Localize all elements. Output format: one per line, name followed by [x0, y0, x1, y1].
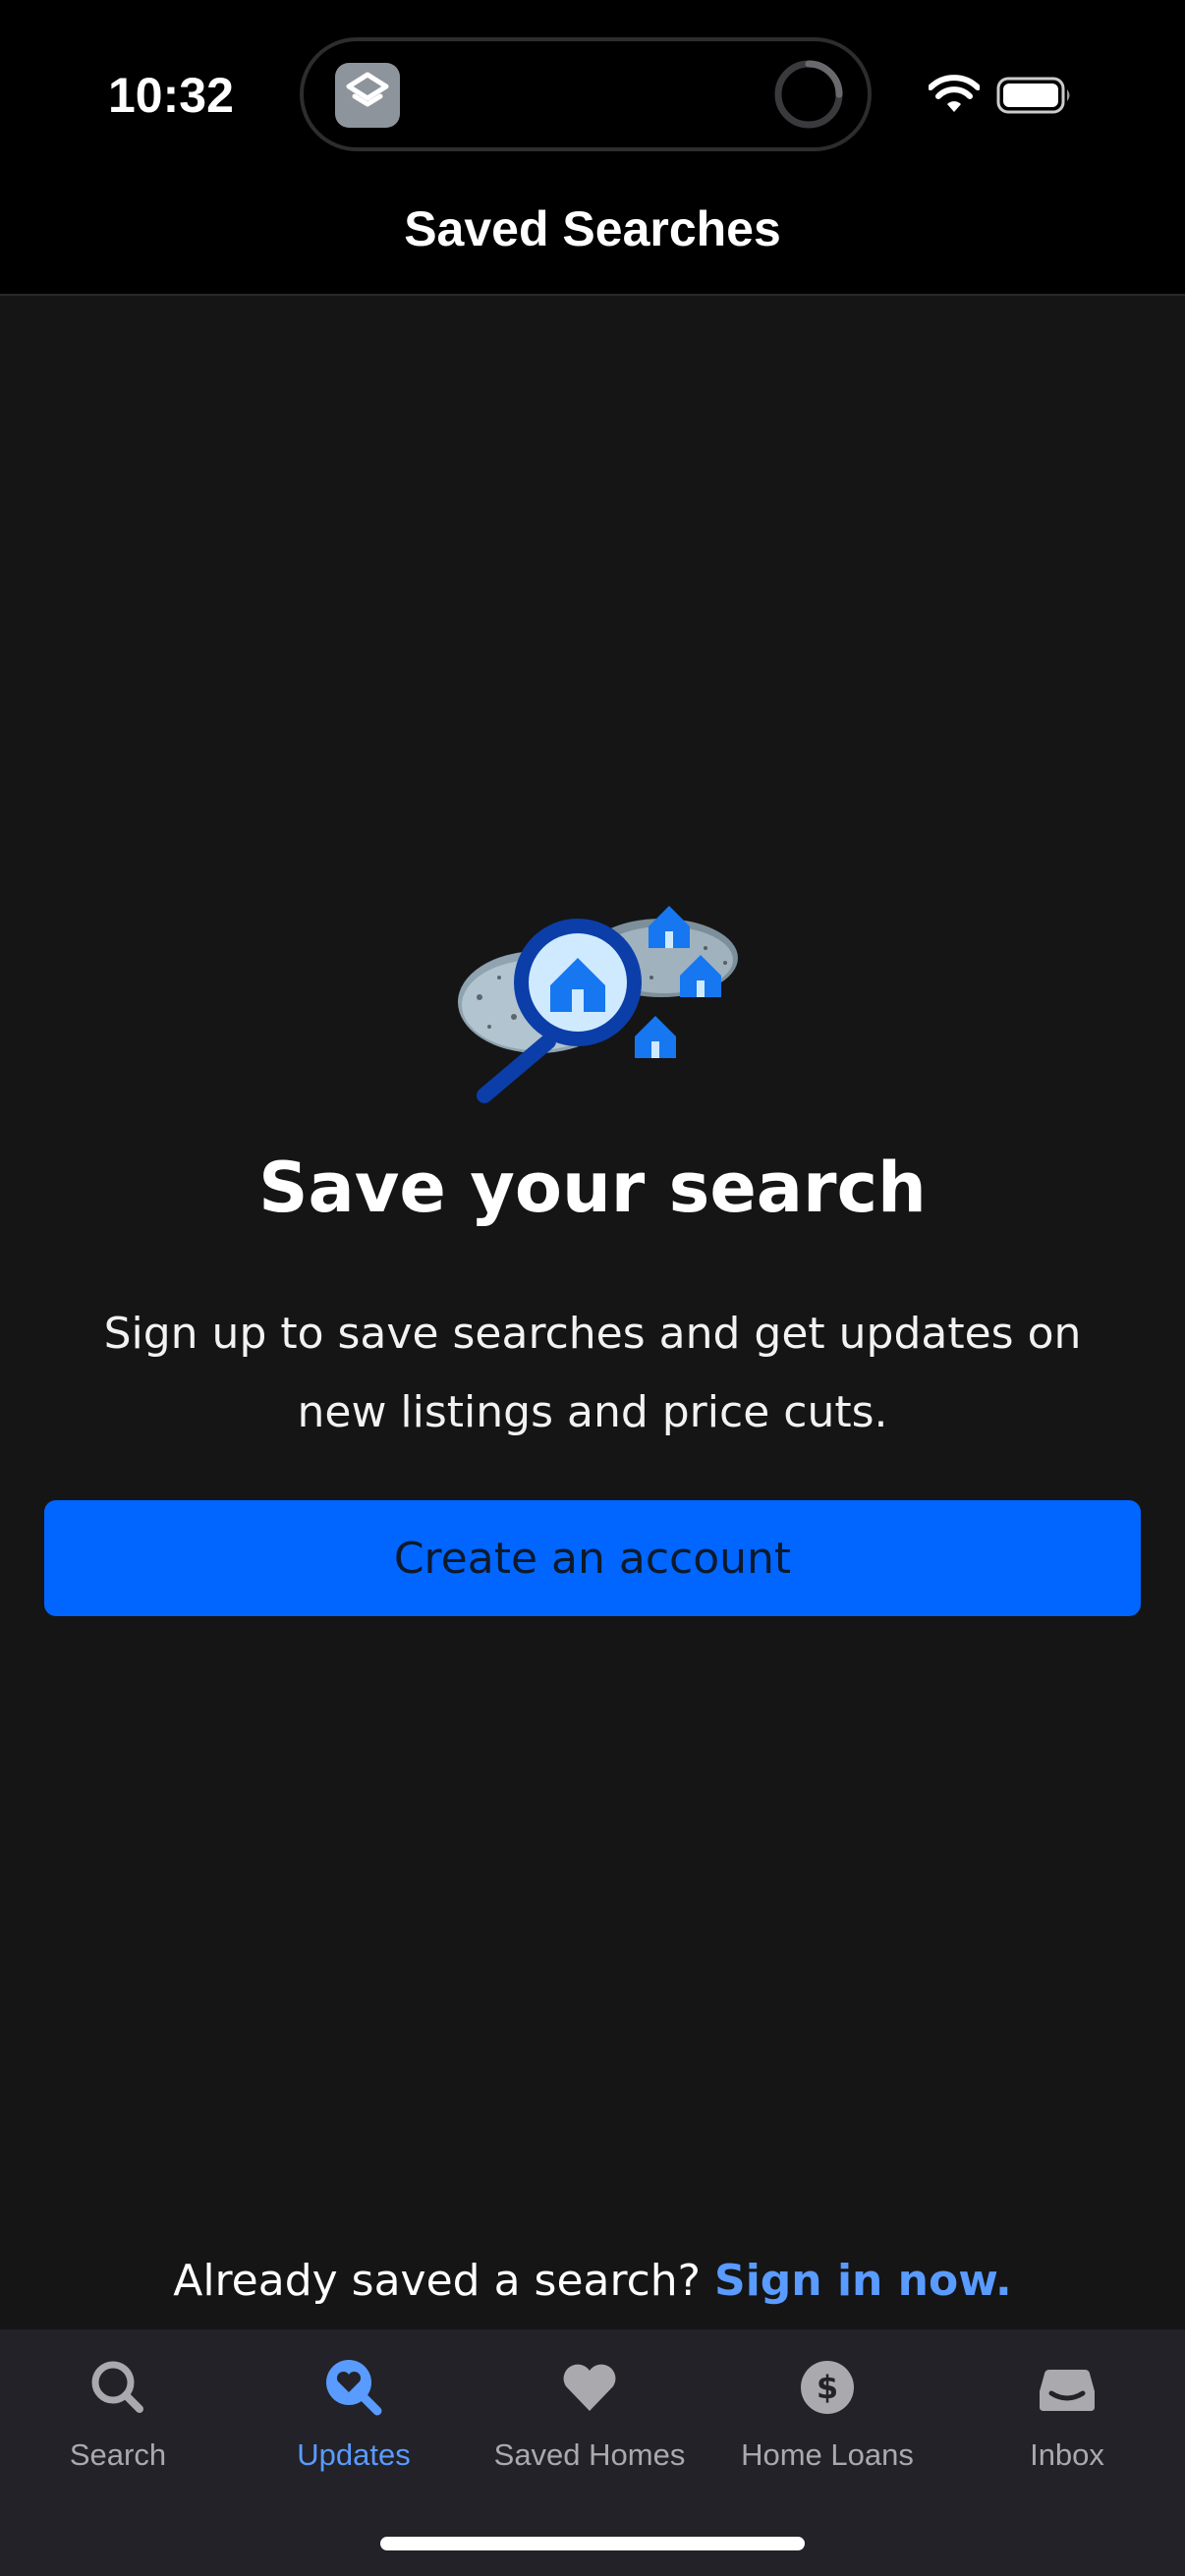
saved-searches-screen: 10:32 Saved Searches Save your search Si…: [0, 0, 1185, 2576]
tab-home-loans[interactable]: $ Home Loans: [709, 2329, 945, 2496]
signin-prompt-row: Already saved a search? Sign in now.: [0, 2256, 1185, 2306]
inbox-icon: [1040, 2370, 1095, 2411]
heart-search-icon: [326, 2360, 382, 2416]
create-account-button[interactable]: Create an account: [44, 1500, 1141, 1616]
tab-label: Saved Homes: [493, 2437, 686, 2472]
dollar-icon: $: [801, 2361, 854, 2414]
tab-saved-homes[interactable]: Saved Homes: [472, 2329, 707, 2496]
page-title: Saved Searches: [404, 201, 781, 256]
svg-text:$: $: [817, 2369, 838, 2406]
tab-label: Updates: [297, 2437, 411, 2472]
top-bar: 10:32 Saved Searches: [0, 0, 1185, 296]
empty-state-headline: Save your search: [258, 1148, 927, 1228]
signin-prompt-text: Already saved a search?: [173, 2256, 702, 2306]
tab-label: Home Loans: [741, 2437, 914, 2472]
home-indicator[interactable]: [380, 2537, 805, 2550]
status-time: 10:32: [108, 68, 234, 123]
tab-updates[interactable]: Updates: [236, 2329, 472, 2496]
magnifier-over-houses-illustration: [458, 906, 738, 1103]
tab-label: Inbox: [1030, 2437, 1104, 2472]
heart-icon: [563, 2364, 616, 2411]
empty-state-description: Sign up to save searches and get updates…: [103, 1309, 1082, 1437]
search-icon: [91, 2361, 143, 2413]
signin-link[interactable]: Sign in now.: [714, 2256, 1012, 2306]
wifi-icon: [929, 75, 980, 112]
tab-inbox[interactable]: Inbox: [949, 2329, 1185, 2496]
dynamic-island: [300, 37, 872, 151]
tab-label: Search: [69, 2437, 167, 2472]
loading-spinner-icon: [774, 60, 843, 129]
shortcuts-app-icon: [335, 63, 400, 128]
tab-search[interactable]: Search: [0, 2329, 236, 2496]
battery-icon: [996, 77, 1070, 114]
